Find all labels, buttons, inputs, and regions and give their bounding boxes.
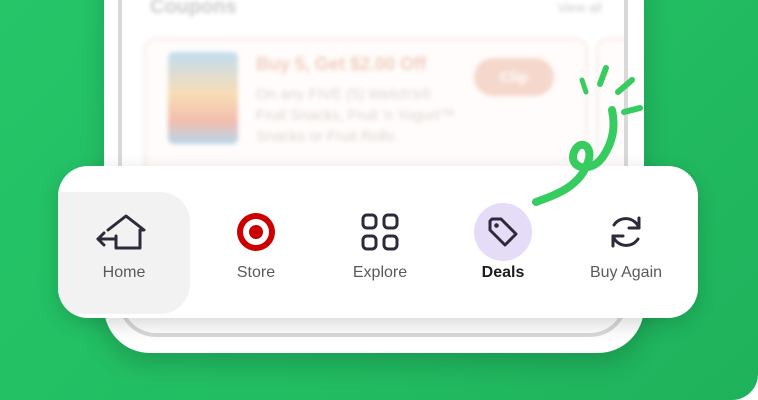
view-all-link[interactable]: View all — [557, 0, 602, 15]
grid-icon — [350, 202, 410, 262]
target-bullseye-icon — [226, 202, 286, 262]
nav-item-home[interactable]: Home — [58, 192, 190, 314]
nav-item-store[interactable]: Store — [196, 166, 316, 318]
coupons-heading: Coupons — [150, 0, 237, 18]
nav-label-buy-again: Buy Again — [589, 264, 663, 281]
nav-label-explore: Explore — [352, 264, 408, 281]
nav-item-explore[interactable]: Explore — [320, 166, 440, 318]
home-back-icon — [94, 202, 154, 262]
coupon-title: Buy 5, Get $2.00 Off — [256, 54, 427, 74]
nav-label-deals: Deals — [481, 264, 525, 281]
nav-label-home: Home — [102, 264, 146, 281]
squiggle-decoration-icon — [532, 65, 643, 206]
nav-label-store: Store — [236, 264, 276, 281]
deals-icon-wrap — [473, 202, 533, 262]
coupon-product-image — [168, 52, 238, 144]
deals-active-bubble — [474, 203, 532, 261]
coupon-description: On any FIVE (5) Welch's® Fruit Snacks, F… — [256, 86, 455, 145]
tag-icon — [488, 217, 518, 247]
